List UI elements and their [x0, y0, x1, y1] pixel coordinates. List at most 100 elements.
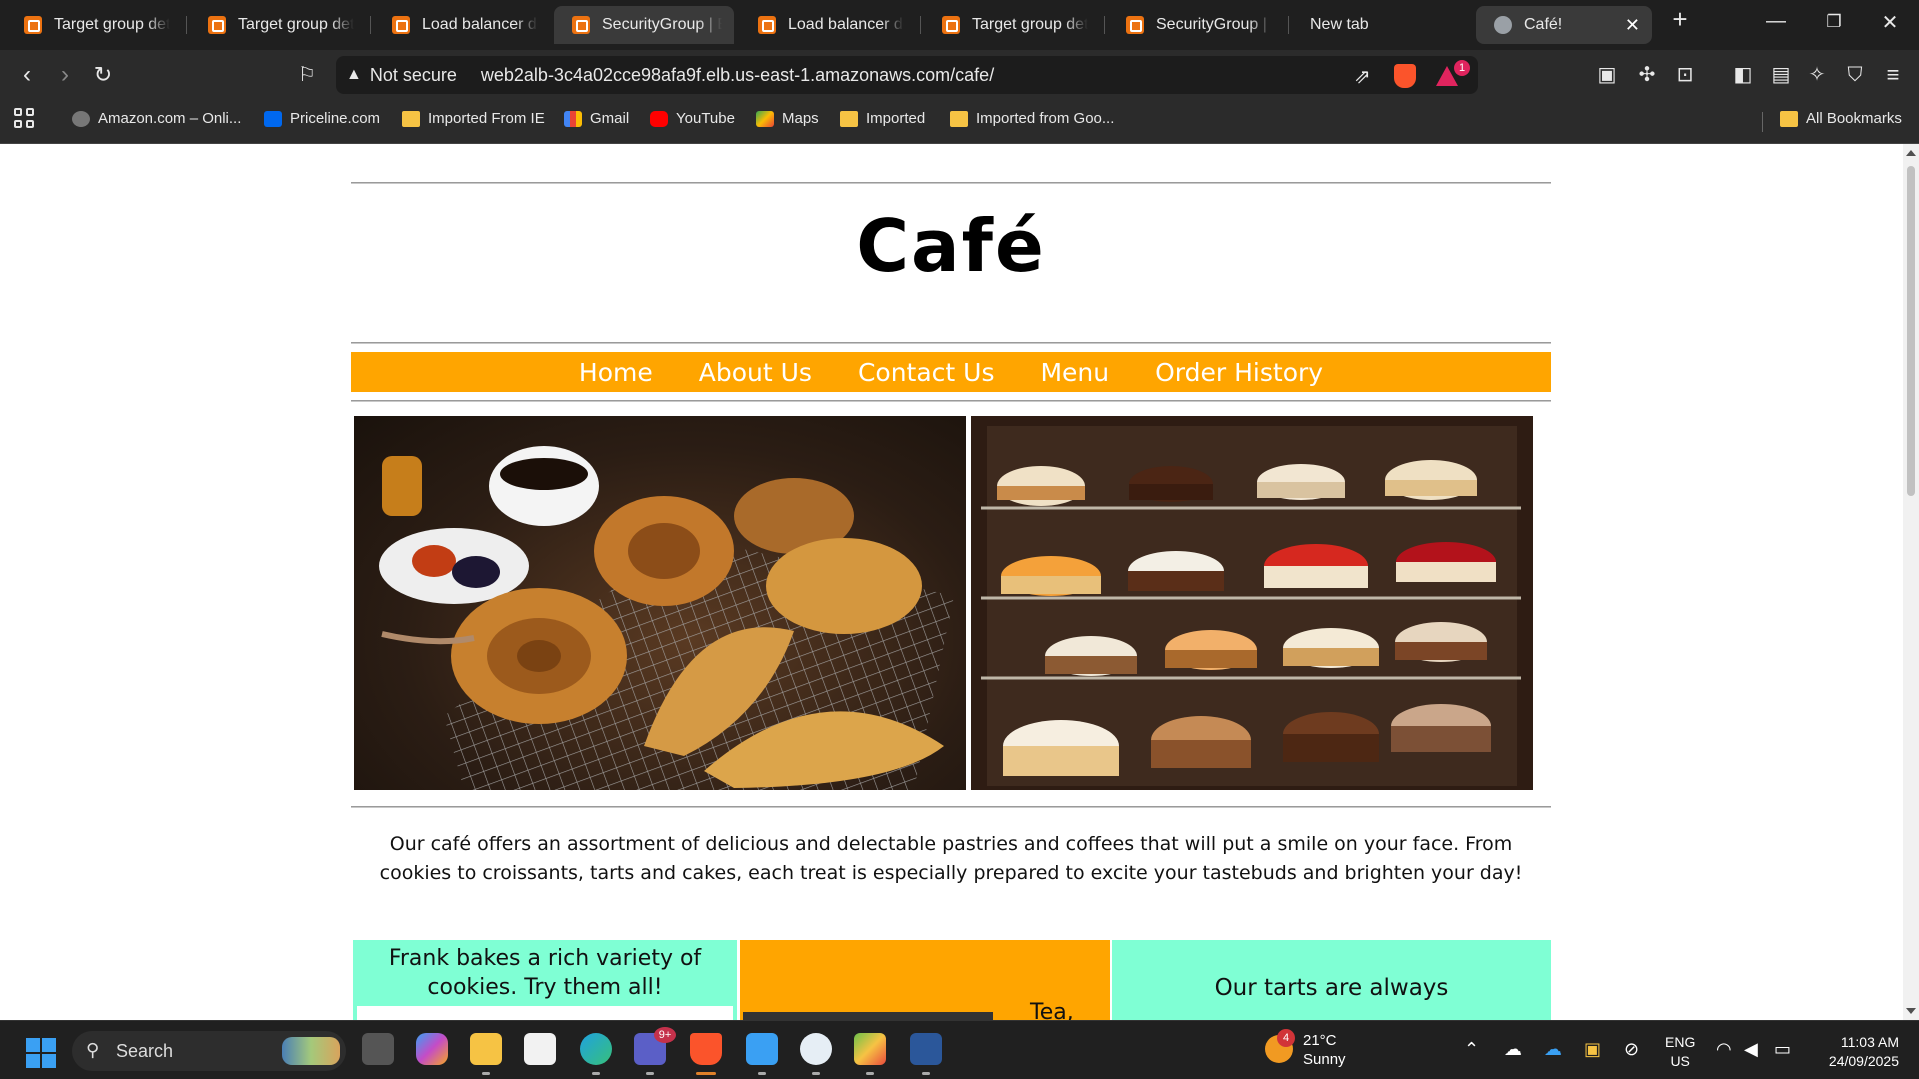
sidebar-icon[interactable]: ◧: [1728, 62, 1758, 88]
leo-ai-icon[interactable]: ✧: [1802, 62, 1832, 88]
scroll-up-icon[interactable]: [1906, 150, 1916, 156]
browser-tab-active[interactable]: Café! ✕: [1476, 6, 1652, 44]
share-icon[interactable]: ⇗: [1354, 64, 1371, 89]
region-code: US: [1670, 1053, 1690, 1069]
tea-text: Tea,: [1030, 1000, 1074, 1020]
gaming-app-icon[interactable]: [800, 1033, 832, 1065]
taskbar-search[interactable]: ⚲ Search: [72, 1031, 346, 1071]
extension-icon[interactable]: ▣: [1592, 62, 1622, 88]
security-label[interactable]: Not secure: [370, 65, 457, 86]
bookmark-label: Imported: [866, 110, 926, 127]
teams-badge: 9+: [654, 1027, 676, 1043]
browser-tab[interactable]: SecurityGroup | EC: [1108, 6, 1284, 44]
browser-tab[interactable]: Load balancer deta: [740, 6, 916, 44]
bookmark-imported-from-ie[interactable]: Imported From IE: [402, 110, 545, 127]
tarts-column: Our tarts are always: [1112, 940, 1551, 1020]
back-icon[interactable]: ‹: [12, 62, 42, 88]
scroll-thumb[interactable]: [1907, 166, 1915, 496]
tab-label: Café!: [1524, 16, 1563, 33]
onedrive-icon[interactable]: ☁: [1544, 1039, 1562, 1060]
address-bar[interactable]: ▲ Not secure web2alb-3c4a02cce98afa9f.el…: [336, 56, 1478, 94]
notepad-icon[interactable]: [746, 1033, 778, 1065]
bookmark-label: Imported from Goo...: [976, 110, 1115, 127]
wifi-icon[interactable]: ◠: [1716, 1039, 1732, 1060]
volume-icon[interactable]: ◀: [1744, 1039, 1758, 1060]
bluestacks-icon[interactable]: [854, 1033, 886, 1065]
tab-label: New tab: [1310, 16, 1369, 33]
weather-badge: 4: [1277, 1029, 1295, 1047]
vpn-icon[interactable]: ⛉: [1840, 62, 1870, 88]
browser-tab[interactable]: Target group deta: [924, 6, 1100, 44]
divider: [351, 400, 1551, 402]
youtube-icon: [650, 110, 668, 127]
windows-start-icon[interactable]: [26, 1038, 56, 1068]
bookmark-label: All Bookmarks: [1806, 110, 1902, 127]
page-scrollbar[interactable]: [1903, 144, 1919, 1020]
menu-icon[interactable]: ≡: [1878, 62, 1908, 88]
chevron-up-icon[interactable]: ⌃: [1464, 1039, 1479, 1060]
battery-icon[interactable]: ▭: [1774, 1039, 1791, 1060]
nav-home[interactable]: Home: [579, 358, 653, 387]
warning-icon: ▲: [346, 66, 362, 83]
bookmark-youtube[interactable]: YouTube: [650, 110, 735, 127]
vpn-lock-icon[interactable]: ▣: [1584, 1039, 1601, 1060]
brave-shields-icon[interactable]: [1394, 64, 1416, 88]
folder-icon: [402, 110, 420, 127]
close-window-button[interactable]: ✕: [1870, 10, 1910, 35]
reader-icon[interactable]: ⊡: [1670, 62, 1700, 88]
apps-grid-icon[interactable]: [14, 108, 36, 130]
tarts-text: Our tarts are always: [1214, 975, 1449, 1001]
nav-menu[interactable]: Menu: [1040, 358, 1109, 387]
wallet-icon[interactable]: ▤: [1766, 62, 1796, 88]
restore-button[interactable]: ❐: [1814, 12, 1854, 32]
browser-tab[interactable]: Target group deta: [6, 6, 182, 44]
language-indicator[interactable]: ENG US: [1665, 1033, 1695, 1071]
tab-label: Target group deta: [238, 16, 354, 33]
nav-order-history[interactable]: Order History: [1155, 358, 1323, 387]
brave-icon[interactable]: [690, 1033, 722, 1065]
url-text[interactable]: web2alb-3c4a02cce98afa9f.elb.us-east-1.a…: [481, 65, 994, 86]
nav-contact-us[interactable]: Contact Us: [858, 358, 995, 387]
browser-tab[interactable]: Target group deta: [190, 6, 366, 44]
bookmark-imported[interactable]: Imported: [840, 110, 925, 127]
bookmark-label: Gmail: [590, 110, 630, 127]
mic-muted-icon[interactable]: ⊘: [1624, 1039, 1639, 1060]
system-clock[interactable]: 11:03 AM 24/09/2025: [1815, 1033, 1899, 1071]
extensions-puzzle-icon[interactable]: ✣: [1632, 62, 1662, 88]
forward-icon[interactable]: ›: [50, 62, 80, 88]
new-tab-button[interactable]: +: [1660, 4, 1700, 35]
close-tab-icon[interactable]: ✕: [1625, 15, 1640, 36]
pastries-photo: [354, 416, 966, 790]
search-highlight-image: [282, 1037, 340, 1065]
language-code: ENG: [1665, 1034, 1696, 1050]
aws-icon: [392, 16, 410, 34]
browser-toolbar: ‹ › ↻ ⚐ ▲ Not secure web2alb-3c4a02cce98…: [0, 50, 1919, 100]
browser-tab[interactable]: Load balancer deta: [374, 6, 550, 44]
browser-tab[interactable]: SecurityGroup | EC: [554, 6, 734, 44]
word-icon[interactable]: [910, 1033, 942, 1065]
bookmark-label: Maps: [782, 110, 819, 127]
amazon-icon: [72, 110, 90, 127]
microsoft-store-icon[interactable]: [524, 1033, 556, 1065]
tab-label: Load balancer deta: [422, 16, 538, 33]
browser-tab-new[interactable]: New tab: [1292, 6, 1468, 44]
nav-about-us[interactable]: About Us: [699, 358, 812, 387]
bookmark-maps[interactable]: Maps: [756, 110, 819, 127]
bookmark-priceline[interactable]: Priceline.com: [264, 110, 380, 127]
weather-temp: 21°C: [1303, 1032, 1337, 1049]
bookmark-icon[interactable]: ⚐: [292, 62, 322, 88]
scroll-down-icon[interactable]: [1906, 1008, 1916, 1014]
edge-icon[interactable]: [580, 1033, 612, 1065]
task-view-icon[interactable]: [362, 1033, 394, 1065]
minimize-button[interactable]: —: [1756, 10, 1796, 33]
reload-icon[interactable]: ↻: [88, 62, 118, 88]
bookmark-amazon[interactable]: Amazon.com – Onli...: [72, 110, 241, 127]
copilot-icon[interactable]: [416, 1033, 448, 1065]
maps-icon: [756, 110, 774, 127]
clock-time: 11:03 AM: [1840, 1034, 1899, 1050]
bookmark-gmail[interactable]: Gmail: [564, 110, 629, 127]
onedrive-warning-icon[interactable]: ☁: [1504, 1039, 1522, 1060]
bookmark-imported-from-google[interactable]: Imported from Goo...: [950, 110, 1114, 127]
file-explorer-icon[interactable]: [470, 1033, 502, 1065]
all-bookmarks-button[interactable]: All Bookmarks: [1780, 110, 1902, 127]
